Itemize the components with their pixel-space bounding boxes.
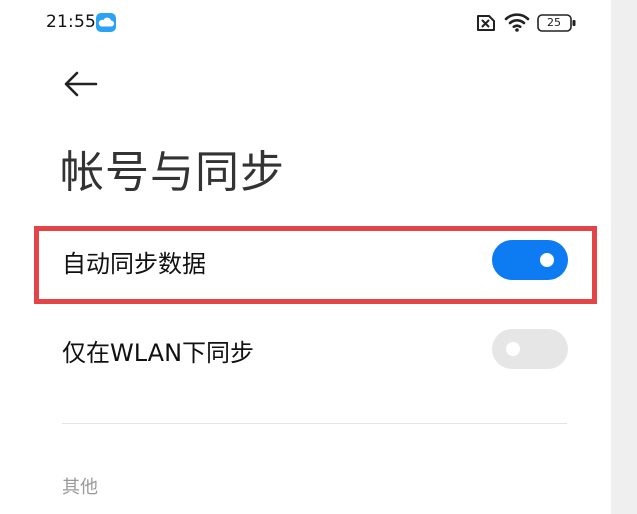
screen-edge bbox=[611, 0, 637, 514]
auto-sync-data-row[interactable]: 自动同步数据 bbox=[0, 226, 611, 296]
wifi-icon bbox=[504, 13, 530, 32]
status-time: 21:55 bbox=[46, 12, 96, 32]
page-title: 帐号与同步 bbox=[60, 147, 285, 198]
phone-screen: 21:55 25 帐号与同步 自动同步数据 仅在WLAN下同步 其他 bbox=[0, 0, 611, 514]
divider bbox=[62, 423, 567, 424]
sim-no-service-icon bbox=[477, 15, 495, 31]
toggle-knob bbox=[540, 253, 554, 267]
wlan-only-sync-toggle[interactable] bbox=[492, 329, 568, 369]
cloud-app-icon bbox=[96, 13, 116, 32]
wlan-only-sync-row[interactable]: 仅在WLAN下同步 bbox=[0, 315, 611, 385]
status-bar: 21:55 25 bbox=[0, 0, 611, 46]
section-header-other: 其他 bbox=[62, 477, 98, 498]
wlan-only-sync-label: 仅在WLAN下同步 bbox=[62, 339, 255, 367]
battery-icon: 25 bbox=[537, 14, 577, 32]
battery-level: 25 bbox=[547, 16, 561, 29]
auto-sync-data-toggle[interactable] bbox=[492, 240, 568, 280]
auto-sync-data-label: 自动同步数据 bbox=[62, 250, 206, 278]
toggle-knob bbox=[506, 342, 520, 356]
back-arrow-icon[interactable] bbox=[58, 66, 102, 102]
